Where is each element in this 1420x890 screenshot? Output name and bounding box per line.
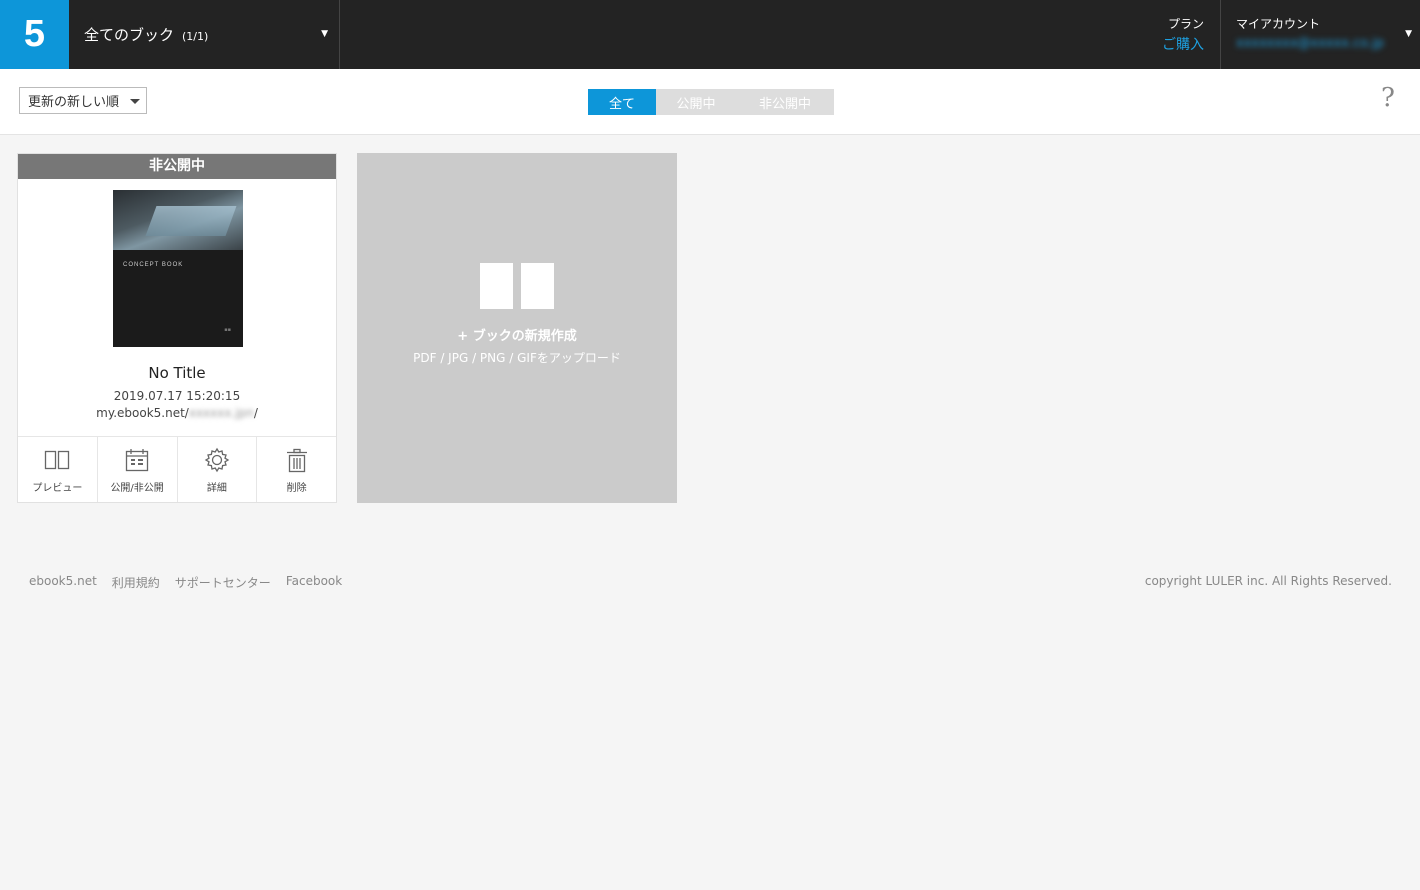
book-left-page: [480, 263, 513, 309]
status-badge: 非公開中: [18, 154, 336, 179]
book-updated-date: 2019.07.17 15:20:15: [113, 389, 241, 403]
plan-label: プラン: [1167, 17, 1204, 31]
caret-down-icon: ▼: [321, 29, 328, 39]
book-url[interactable]: my.ebook5.net/xxxxxx.jpn/: [18, 406, 336, 420]
caret-down-icon: ▼: [1405, 29, 1412, 39]
footer-link-support[interactable]: サポートセンター: [175, 574, 271, 591]
book-title: No Title: [148, 364, 206, 382]
url-hidden-part: xxxxxx.jpn: [188, 406, 254, 420]
book-filter-title: 全てのブック: [84, 26, 175, 44]
tab-private[interactable]: 非公開中: [736, 89, 834, 115]
cover-title: CONCEPT BOOK: [123, 262, 184, 268]
gear-icon: [204, 447, 230, 473]
trash-icon: [284, 447, 310, 473]
account-email: xxxxxxxx@xxxxx.co.jp: [1236, 36, 1385, 51]
preview-button[interactable]: プレビュー: [18, 437, 98, 502]
details-button[interactable]: 詳細: [178, 437, 258, 502]
preview-label: プレビュー: [32, 483, 83, 494]
status-filter-tabs: 全て 公開中 非公開中: [588, 89, 834, 115]
upload-formats: PDF / JPG / PNG / GIFをアップロード: [413, 351, 621, 365]
publish-toggle-button[interactable]: 公開/非公開: [98, 437, 178, 502]
details-label: 詳細: [206, 483, 227, 494]
book-card: 非公開中 CONCEPT BOOK ▪▪ No Title 2019.07.17…: [17, 153, 337, 503]
help-icon[interactable]: ?: [1381, 83, 1395, 113]
plan-section: プラン ご購入: [1140, 0, 1221, 69]
url-suffix: /: [253, 406, 258, 420]
cover-screen-graphic: [145, 206, 237, 236]
cover-mark: ▪▪: [224, 327, 231, 333]
delete-label: 削除: [286, 483, 307, 494]
preview-icon: [44, 447, 70, 473]
copyright-text: copyright LULER inc. All Rights Reserved…: [1144, 574, 1392, 588]
account-menu[interactable]: マイアカウント xxxxxxxx@xxxxx.co.jp ▼: [1221, 0, 1420, 69]
sort-value: 更新の新しい順: [28, 95, 120, 110]
book-cover-thumbnail[interactable]: CONCEPT BOOK ▪▪: [113, 190, 243, 347]
dropdown-arrow-icon: [130, 99, 140, 104]
new-book-upload-tile[interactable]: + ブックの新規作成 PDF / JPG / PNG / GIFをアップロード: [357, 153, 677, 503]
purchase-link[interactable]: ご購入: [1140, 34, 1204, 54]
new-book-label: + ブックの新規作成: [457, 329, 577, 344]
open-book-icon: [480, 263, 554, 309]
book-right-page: [521, 263, 554, 309]
app-logo[interactable]: 5: [0, 0, 69, 69]
publish-label: 公開/非公開: [110, 483, 164, 494]
toolbar: 更新の新しい順 全て 公開中 非公開中 ?: [0, 69, 1420, 135]
url-prefix: my.ebook5.net/: [96, 406, 189, 420]
publish-icon: [124, 447, 150, 473]
top-header: 5 全てのブック (1/1) ▼ プラン ご購入 マイアカウント xxxxxxx…: [0, 0, 1420, 69]
tab-all[interactable]: 全て: [588, 89, 656, 115]
footer-link-terms[interactable]: 利用規約: [112, 574, 160, 591]
footer-link-ebook5[interactable]: ebook5.net: [29, 574, 97, 591]
account-label: マイアカウント: [1236, 17, 1321, 31]
footer-links: ebook5.net 利用規約 サポートセンター Facebook: [29, 574, 342, 591]
sort-select[interactable]: 更新の新しい順: [19, 87, 147, 114]
book-filter-count: (1/1): [182, 29, 209, 43]
book-actions: プレビュー 公開/非公開 詳細 削除: [18, 436, 336, 502]
delete-button[interactable]: 削除: [257, 437, 336, 502]
tab-public[interactable]: 公開中: [656, 89, 736, 115]
footer-link-facebook[interactable]: Facebook: [286, 574, 342, 591]
book-filter-dropdown[interactable]: 全てのブック (1/1) ▼: [69, 0, 340, 69]
